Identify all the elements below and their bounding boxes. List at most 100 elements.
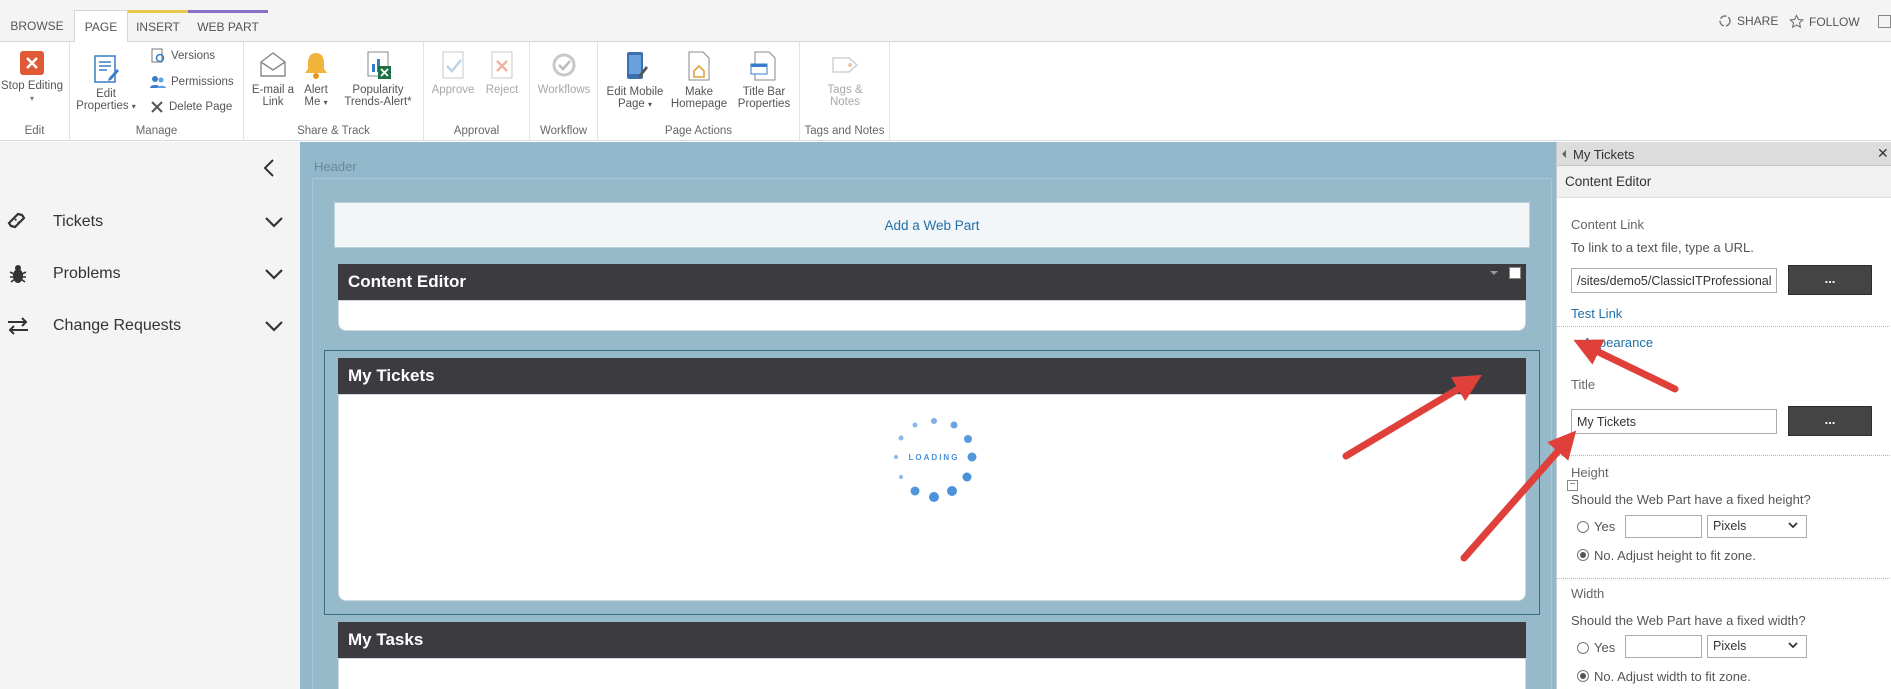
tags-notes-button[interactable]: Tags & Notes [814, 50, 876, 108]
star-icon [1789, 14, 1804, 29]
fullscreen-icon[interactable] [1878, 15, 1891, 28]
web-part-title-my-tasks[interactable]: My Tasks [338, 622, 1526, 658]
width-unit-select[interactable]: Pixels [1707, 635, 1807, 658]
add-web-part-button[interactable]: Add a Web Part [334, 202, 1530, 248]
make-homepage-label-2: Homepage [670, 98, 728, 110]
tab-page[interactable]: PAGE [74, 10, 128, 43]
web-part-body-content-editor [338, 300, 1526, 331]
tool-pane-subheader: Content Editor [1557, 166, 1891, 198]
content-link-builder-button[interactable]: ... [1788, 265, 1872, 295]
group-label-share-track: Share & Track [297, 125, 370, 137]
collapse-nav-button[interactable] [259, 156, 281, 180]
ribbon-group-edit: Stop Editing ▾ Edit [0, 42, 70, 141]
tab-browse[interactable]: BROWSE [0, 10, 74, 42]
height-unit-select[interactable]: Pixels [1707, 515, 1807, 538]
title-input[interactable] [1571, 409, 1777, 434]
reject-button[interactable]: Reject [480, 50, 524, 96]
height-question: Should the Web Part have a fixed height? [1571, 492, 1811, 507]
tab-insert[interactable]: INSERT [128, 10, 188, 42]
alert-label-1: Alert [304, 84, 328, 96]
group-label-workflow: Workflow [539, 125, 588, 137]
workflows-button[interactable]: Workflows [534, 50, 594, 96]
swap-arrows-icon [8, 317, 28, 335]
tag-icon [832, 57, 859, 73]
approve-label: Approve [431, 84, 475, 96]
title-bar-properties-button[interactable]: Title Bar Properties [734, 50, 794, 110]
chevron-down-icon[interactable] [264, 268, 284, 280]
edit-properties-button[interactable]: Edit Properties ▾ [76, 54, 136, 113]
zone-header-label: Header [314, 159, 357, 174]
email-label-2: Link [262, 96, 284, 108]
height-label: Height [1571, 465, 1609, 480]
title-bar-label-1: Title Bar [742, 86, 786, 98]
tool-pane-back-icon[interactable] [1562, 150, 1566, 158]
edit-properties-label-1: Edit [96, 88, 116, 100]
nav-item-change-requests[interactable]: Change Requests [0, 306, 300, 346]
follow-label: FOLLOW [1809, 14, 1860, 29]
workflows-label: Workflows [537, 84, 591, 96]
height-yes-radio[interactable] [1577, 521, 1589, 533]
versions-button[interactable]: Versions [150, 48, 215, 64]
width-yes-radio[interactable] [1577, 642, 1589, 654]
nav-item-problems[interactable]: Problems [0, 254, 300, 294]
tags-label-2: Notes [829, 96, 861, 108]
approve-button[interactable]: Approve [430, 50, 476, 96]
edit-mobile-label-2: Page [617, 98, 645, 110]
permissions-button[interactable]: Permissions [150, 74, 234, 90]
appearance-section-toggle[interactable]: Appearance [1583, 335, 1653, 350]
divider [1557, 578, 1891, 579]
popularity-trends-button[interactable]: Popularity Trends-Alert* [336, 50, 420, 108]
web-part-select-checkbox[interactable] [1509, 267, 1521, 279]
follow-button[interactable]: FOLLOW [1789, 14, 1860, 29]
divider [1557, 455, 1891, 456]
height-value-input[interactable] [1625, 515, 1702, 538]
email-link-button[interactable]: E-mail a Link [250, 50, 296, 108]
web-part-body-my-tasks [338, 658, 1526, 689]
nav-item-tickets[interactable]: Tickets [0, 202, 300, 242]
nav-label-tickets: Tickets [53, 213, 104, 230]
homepage-icon [688, 51, 710, 81]
versions-label: Versions [171, 50, 216, 62]
chevron-down-icon [1788, 642, 1798, 649]
bug-icon [9, 265, 27, 283]
collapse-section-icon[interactable]: − [1567, 480, 1578, 491]
excel-chart-icon [367, 51, 391, 79]
alert-me-button[interactable]: Alert Me ▾ [300, 50, 332, 109]
stop-editing-label: Stop Editing [0, 80, 63, 92]
content-link-input[interactable] [1571, 268, 1777, 293]
selected-web-part-outline [324, 350, 1540, 615]
web-part-title-content-editor[interactable]: Content Editor [338, 264, 1526, 300]
popularity-label-2: Trends-Alert* [344, 96, 412, 108]
tool-pane-header: My Tickets ✕ [1557, 142, 1891, 166]
tool-pane-subtitle: Content Editor [1565, 174, 1652, 189]
web-part-menu-dropdown-icon[interactable] [1490, 271, 1498, 275]
chevron-down-icon[interactable] [264, 216, 284, 228]
title-builder-button[interactable]: ... [1788, 406, 1872, 436]
web-part-tool-pane: My Tickets ✕ Content Editor Content Link… [1556, 142, 1891, 689]
make-homepage-button[interactable]: Make Homepage [670, 50, 728, 110]
ribbon-tab-bar: BROWSE PAGE INSERT WEB PART SHARE FOLLOW [0, 0, 1891, 43]
title-label: Title [1571, 377, 1596, 392]
group-label-edit: Edit [24, 125, 45, 137]
width-no-radio[interactable] [1577, 670, 1589, 682]
ribbon-group-workflow: Workflows Workflow [530, 42, 598, 141]
delete-page-button[interactable]: Delete Page [150, 100, 232, 114]
stop-editing-button[interactable]: Stop Editing ▾ [0, 50, 64, 105]
width-value-input[interactable] [1625, 635, 1702, 658]
close-icon[interactable]: ✕ [1877, 146, 1889, 160]
title-bar-properties-icon [750, 51, 776, 81]
test-link[interactable]: Test Link [1571, 306, 1622, 321]
divider [1557, 326, 1891, 327]
delete-page-label: Delete Page [169, 101, 233, 113]
edit-properties-label-2: Properties [76, 100, 129, 112]
ribbon-group-tags: Tags & Notes Tags and Notes [800, 42, 890, 141]
width-label: Width [1571, 586, 1605, 601]
share-button[interactable]: SHARE [1718, 14, 1778, 28]
height-yes-label: Yes [1594, 519, 1616, 534]
tab-web-part[interactable]: WEB PART [188, 10, 268, 42]
edit-mobile-page-button[interactable]: Edit Mobile Page ▾ [604, 50, 666, 111]
chevron-down-icon[interactable] [264, 320, 284, 332]
content-link-label: Content Link [1571, 217, 1644, 232]
height-no-radio[interactable] [1577, 549, 1589, 561]
title-bar-label-2: Properties [737, 98, 791, 110]
